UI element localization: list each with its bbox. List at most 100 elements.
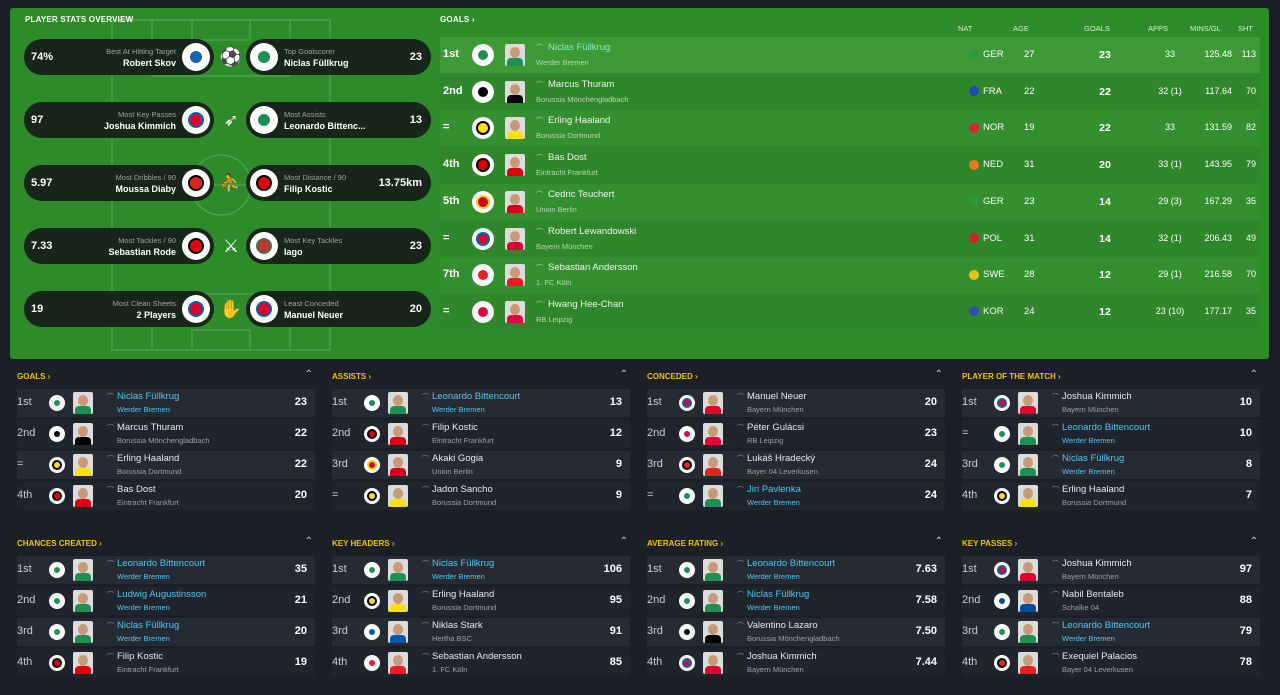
leverkusen-crest-icon[interactable]: [994, 655, 1010, 671]
bremen-crest-icon[interactable]: [250, 43, 278, 71]
player-name[interactable]: Joshua Kimmich: [1062, 391, 1132, 402]
player-name[interactable]: Jiri Pavlenka: [747, 484, 801, 495]
list-item[interactable]: = ⌒ Leonardo Bittencourt Werder Bremen 1…: [962, 420, 1260, 448]
frankfurt-crest-icon[interactable]: [49, 488, 65, 504]
player-photo[interactable]: [388, 392, 408, 414]
nationality[interactable]: NOR: [969, 122, 1004, 133]
player-photo[interactable]: [1018, 485, 1038, 507]
club-name[interactable]: RB Leipzig: [536, 315, 572, 324]
frankfurt-crest-icon[interactable]: [182, 232, 210, 260]
player-name[interactable]: Sebastian Andersson: [432, 651, 522, 662]
schalke-crest-icon[interactable]: [994, 593, 1010, 609]
gladbach-crest-icon[interactable]: [49, 426, 65, 442]
stat-player-name[interactable]: Leonardo Bittenc...: [284, 121, 404, 131]
table-row[interactable]: 4th ⌒ Bas Dost Eintracht Frankfurt NED 31…: [440, 147, 1260, 184]
player-photo[interactable]: [505, 117, 525, 140]
stat-card-left[interactable]: 97 Most Key Passes Joshua Kimmich: [24, 102, 214, 138]
list-item[interactable]: 3rd ⌒ Leonardo Bittencourt Werder Bremen…: [962, 618, 1260, 646]
player-name[interactable]: Filip Kostic: [432, 422, 478, 433]
list-item[interactable]: = ⌒ Jadon Sancho Borussia Dortmund 9: [332, 482, 630, 510]
stat-player-name[interactable]: 2 Players: [82, 310, 176, 320]
bayern-crest-icon[interactable]: [994, 562, 1010, 578]
player-name[interactable]: ⌒ Erling Haaland: [536, 115, 610, 126]
stat-card-left[interactable]: 5.97 Most Dribbles / 90 Moussa Diaby: [24, 165, 214, 201]
union-crest-icon[interactable]: [364, 457, 380, 473]
list-item[interactable]: 4th ⌒ Joshua Kimmich Bayern München 7.44: [647, 649, 945, 677]
player-name[interactable]: Niclas Füllkrug: [432, 558, 494, 569]
player-name[interactable]: ⌒ Robert Lewandowski: [536, 226, 636, 237]
club-name[interactable]: Werder Bremen: [117, 572, 170, 581]
bayern-crest-icon[interactable]: [472, 227, 494, 250]
list-item[interactable]: 3rd ⌒ Niclas Füllkrug Werder Bremen 20: [17, 618, 315, 646]
club-name[interactable]: Werder Bremen: [747, 603, 800, 612]
player-name[interactable]: Bas Dost: [117, 484, 156, 495]
stat-player-name[interactable]: Iago: [284, 247, 404, 257]
nationality[interactable]: NED: [969, 159, 1003, 170]
player-name[interactable]: Leonardo Bittencourt: [117, 558, 205, 569]
club-name[interactable]: RB Leipzig: [747, 436, 783, 445]
player-name[interactable]: Niclas Füllkrug: [747, 589, 809, 600]
player-photo[interactable]: [73, 621, 93, 643]
stat-card-right[interactable]: Most Assists Leonardo Bittenc... 13: [246, 102, 431, 138]
panel-title[interactable]: CHANCES CREATED ›: [17, 539, 102, 548]
player-photo[interactable]: [1018, 392, 1038, 414]
club-name[interactable]: Eintracht Frankfurt: [536, 168, 598, 177]
table-row[interactable]: 1st ⌒ Niclas Füllkrug Werder Bremen GER 2…: [440, 37, 1260, 73]
frankfurt-crest-icon[interactable]: [250, 169, 278, 197]
club-name[interactable]: Bayer 04 Leverkusen: [1062, 665, 1133, 674]
header-mins-per-goal[interactable]: MINS/GL: [1190, 24, 1221, 33]
panel-title[interactable]: KEY PASSES ›: [962, 539, 1017, 548]
header-nat[interactable]: NAT: [958, 24, 972, 33]
stat-card-right[interactable]: Most Distance / 90 Filip Kostic 13.75km: [246, 165, 431, 201]
player-name[interactable]: Niklas Stark: [432, 620, 483, 631]
stat-card-left[interactable]: 7.33 Most Tackles / 90 Sebastian Rode: [24, 228, 214, 264]
player-photo[interactable]: [1018, 621, 1038, 643]
nationality[interactable]: KOR: [969, 306, 1004, 317]
bremen-crest-icon[interactable]: [49, 395, 65, 411]
list-item[interactable]: 4th ⌒ Sebastian Andersson 1. FC Köln 85: [332, 649, 630, 677]
player-name[interactable]: Exequiel Palacios: [1062, 651, 1137, 662]
list-item[interactable]: 2nd ⌒ Niclas Füllkrug Werder Bremen 7.58: [647, 587, 945, 615]
header-goals[interactable]: GOALS: [1084, 24, 1110, 33]
player-name[interactable]: Niclas Füllkrug: [117, 620, 179, 631]
player-photo[interactable]: [73, 590, 93, 612]
stat-player-name[interactable]: Sebastian Rode: [82, 247, 176, 257]
bremen-crest-icon[interactable]: [250, 106, 278, 134]
list-item[interactable]: 4th ⌒ Exequiel Palacios Bayer 04 Leverku…: [962, 649, 1260, 677]
player-photo[interactable]: [505, 190, 525, 213]
list-item[interactable]: 3rd ⌒ Valentino Lazaro Borussia Möncheng…: [647, 618, 945, 646]
player-photo[interactable]: [703, 652, 723, 674]
club-name[interactable]: Werder Bremen: [432, 405, 485, 414]
player-name[interactable]: Leonardo Bittencourt: [432, 391, 520, 402]
bayern-crest-icon[interactable]: [250, 295, 278, 323]
list-item[interactable]: 1st ⌒ Joshua Kimmich Bayern München 97: [962, 556, 1260, 584]
player-name[interactable]: Joshua Kimmich: [747, 651, 817, 662]
table-row[interactable]: 5th ⌒ Cedric Teuchert Union Berlin GER 23…: [440, 183, 1260, 220]
stat-card-left[interactable]: 74% Best At Hitting Target Robert Skov: [24, 39, 214, 75]
list-item[interactable]: 2nd ⌒ Marcus Thuram Borussia Mönchenglad…: [17, 420, 315, 448]
player-name[interactable]: Erling Haaland: [1062, 484, 1124, 495]
club-name[interactable]: Werder Bremen: [1062, 436, 1115, 445]
koln-crest-icon[interactable]: [364, 655, 380, 671]
goals-table-title[interactable]: GOALS ›: [440, 15, 475, 24]
player-photo[interactable]: [703, 621, 723, 643]
player-name[interactable]: ⌒ Bas Dost: [536, 152, 587, 163]
chevron-up-icon[interactable]: ⌃: [935, 369, 943, 380]
augsburg-crest-icon[interactable]: [250, 232, 278, 260]
player-photo[interactable]: [388, 652, 408, 674]
bayern-crest-icon[interactable]: [679, 655, 695, 671]
player-photo[interactable]: [505, 44, 525, 66]
gladbach-crest-icon[interactable]: [472, 80, 494, 103]
player-name[interactable]: Filip Kostic: [117, 651, 163, 662]
list-item[interactable]: = ⌒ Jiri Pavlenka Werder Bremen 24: [647, 482, 945, 510]
table-row[interactable]: 2nd ⌒ Marcus Thuram Borussia Mönchengladb…: [440, 73, 1260, 110]
club-name[interactable]: Werder Bremen: [117, 603, 170, 612]
player-name[interactable]: ⌒ Niclas Füllkrug: [536, 42, 610, 53]
player-name[interactable]: Marcus Thuram: [117, 422, 183, 433]
player-name[interactable]: Erling Haaland: [117, 453, 179, 464]
club-name[interactable]: Bayern München: [747, 665, 804, 674]
leverkusen-crest-icon[interactable]: [182, 169, 210, 197]
list-item[interactable]: 4th ⌒ Filip Kostic Eintracht Frankfurt 1…: [17, 649, 315, 677]
list-item[interactable]: 2nd ⌒ Ludwig Augustinsson Werder Bremen …: [17, 587, 315, 615]
player-name[interactable]: Erling Haaland: [432, 589, 494, 600]
